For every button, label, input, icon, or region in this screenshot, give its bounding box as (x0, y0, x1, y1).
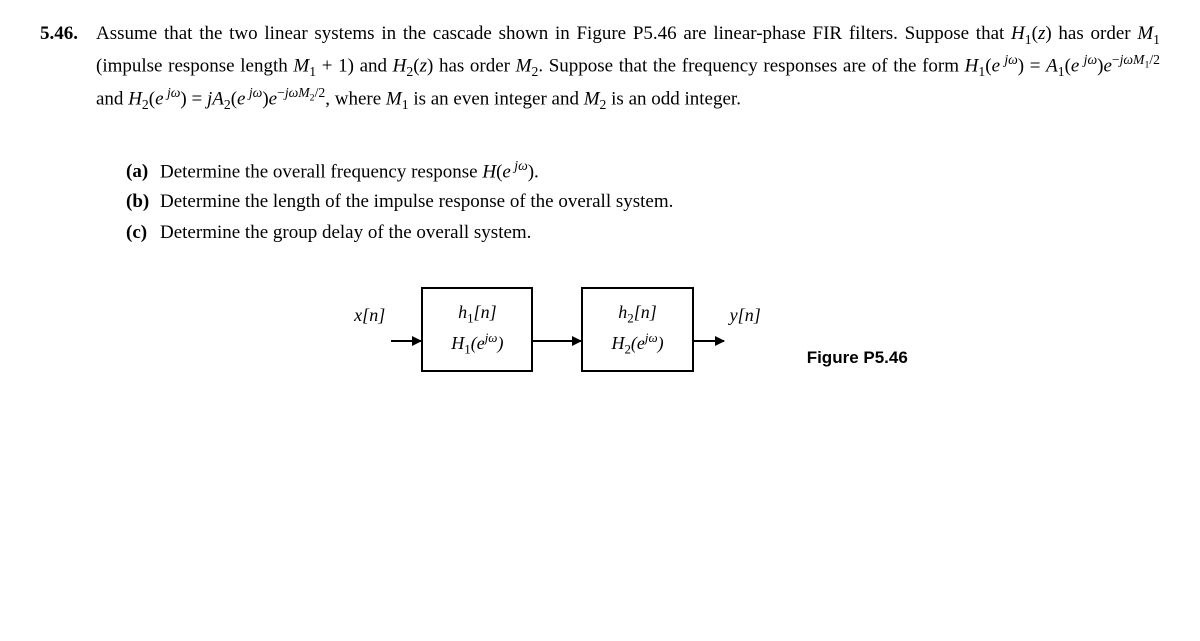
block1-freq: H1(ejω) (451, 328, 503, 359)
figure-diagram: x[n] h1[n] H1(ejω) h2[n] H2(ejω) y[n] Fi… (96, 287, 1160, 371)
problem-statement: Assume that the two linear systems in th… (96, 20, 1160, 116)
system-block-2: h2[n] H2(ejω) (581, 287, 693, 371)
subpart-c: (c) Determine the group delay of the ove… (126, 219, 1160, 248)
subpart-b: (b) Determine the length of the impulse … (126, 188, 1160, 217)
subpart-a: (a) Determine the overall frequency resp… (126, 156, 1160, 187)
figure-caption: Figure P5.46 (807, 345, 908, 371)
arrow-icon (694, 340, 724, 342)
arrow-icon (391, 340, 421, 342)
subpart-c-text: Determine the group delay of the overall… (160, 219, 531, 248)
problem-number: 5.46. (40, 20, 96, 49)
block2-impulse: h2[n] (611, 299, 663, 328)
arrow-icon (533, 340, 581, 342)
problem-container: 5.46. Assume that the two linear systems… (40, 20, 1160, 372)
subpart-b-label: (b) (126, 188, 160, 217)
output-signal-label: y[n] (730, 302, 761, 329)
input-signal-label: x[n] (354, 302, 385, 329)
block1-impulse: h1[n] (451, 299, 503, 328)
subparts-list: (a) Determine the overall frequency resp… (126, 156, 1160, 248)
system-block-1: h1[n] H1(ejω) (421, 287, 533, 371)
subpart-a-text: Determine the overall frequency response… (160, 156, 539, 187)
block2-freq: H2(ejω) (611, 328, 663, 359)
subpart-c-label: (c) (126, 219, 160, 248)
problem-body: Assume that the two linear systems in th… (96, 20, 1160, 372)
subpart-b-text: Determine the length of the impulse resp… (160, 188, 673, 217)
subpart-a-label: (a) (126, 158, 160, 187)
